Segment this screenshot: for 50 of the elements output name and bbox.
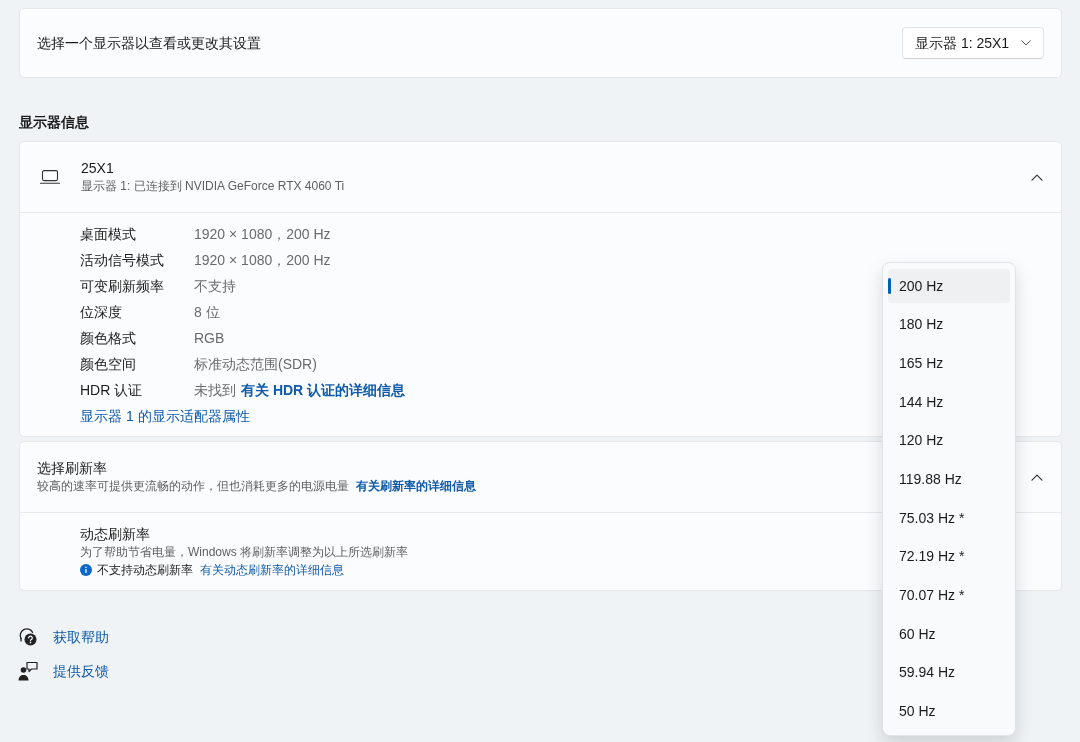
section-heading: 显示器信息 [19, 113, 89, 132]
menu-item[interactable]: 60 Hz [888, 617, 1010, 652]
dynamic-refresh-description: 为了帮助节省电量，Windows 将刷新率调整为以上所选刷新率 [80, 544, 408, 561]
selection-bar-icon [888, 278, 891, 294]
chevron-up-icon[interactable] [1031, 173, 1043, 181]
refresh-rate-title: 选择刷新率 [37, 459, 107, 477]
property-value: 不支持 [194, 276, 236, 296]
menu-item[interactable]: 144 Hz [888, 385, 1010, 420]
monitor-subtitle: 显示器 1: 已连接到 NVIDIA GeForce RTX 4060 Ti [81, 178, 345, 195]
menu-item[interactable]: 200 Hz [888, 269, 1010, 303]
person-speech-icon [18, 661, 38, 681]
property-label: 桌面模式 [80, 224, 137, 244]
property-value: 标准动态范围(SDR) [194, 354, 317, 374]
menu-item[interactable]: 120 Hz [888, 423, 1010, 458]
dynamic-refresh-title: 动态刷新率 [80, 525, 150, 543]
details-link[interactable]: 有关 HDR 认证的详细信息 [241, 379, 406, 401]
display-dropdown[interactable]: 显示器 1: 25X1 [902, 27, 1044, 59]
refresh-rate-description: 较高的速率可提供更流畅的动作，但也消耗更多的电源电量 [37, 479, 349, 493]
menu-item[interactable]: 50 Hz [888, 694, 1010, 729]
adapter-properties-link[interactable]: 显示器 1 的显示适配器属性 [80, 405, 250, 427]
menu-item[interactable]: 72.19 Hz * [888, 539, 1010, 574]
help-link[interactable]: 获取帮助 [53, 626, 109, 648]
property-value: 未找到 [194, 380, 236, 400]
menu-item[interactable]: 180 Hz [888, 307, 1010, 342]
feedback-link[interactable]: 提供反馈 [53, 660, 109, 682]
property-label: 可变刷新频率 [80, 276, 165, 296]
property-value: 1920 × 1080，200 Hz [194, 224, 331, 244]
menu-item[interactable]: 119.88 Hz [888, 462, 1010, 497]
chevron-up-icon[interactable] [1031, 473, 1043, 481]
property-label: 活动信号模式 [80, 250, 165, 270]
dynamic-refresh-link[interactable]: 有关动态刷新率的详细信息 [200, 561, 344, 579]
menu-item[interactable]: 165 Hz [888, 346, 1010, 381]
help-icon [18, 627, 38, 647]
unsupported-notice: 不支持动态刷新率 [97, 562, 193, 579]
chevron-down-icon [1021, 40, 1031, 46]
menu-item[interactable]: 59.94 Hz [888, 655, 1010, 690]
property-label: HDR 认证 [80, 380, 144, 400]
property-value: 8 位 [194, 302, 220, 322]
property-value: RGB [194, 328, 225, 348]
refresh-rate-link[interactable]: 有关刷新率的详细信息 [356, 479, 476, 493]
property-label: 颜色空间 [80, 354, 137, 374]
display-select-label: 选择一个显示器以查看或更改其设置 [37, 34, 261, 52]
menu-item[interactable]: 70.07 Hz * [888, 578, 1010, 613]
info-icon [80, 564, 92, 576]
property-label: 颜色格式 [80, 328, 137, 348]
monitor-name: 25X1 [81, 159, 114, 177]
laptop-icon [40, 170, 60, 184]
menu-item[interactable]: 75.03 Hz * [888, 501, 1010, 536]
property-value: 1920 × 1080，200 Hz [194, 250, 331, 270]
property-label: 位深度 [80, 302, 123, 322]
